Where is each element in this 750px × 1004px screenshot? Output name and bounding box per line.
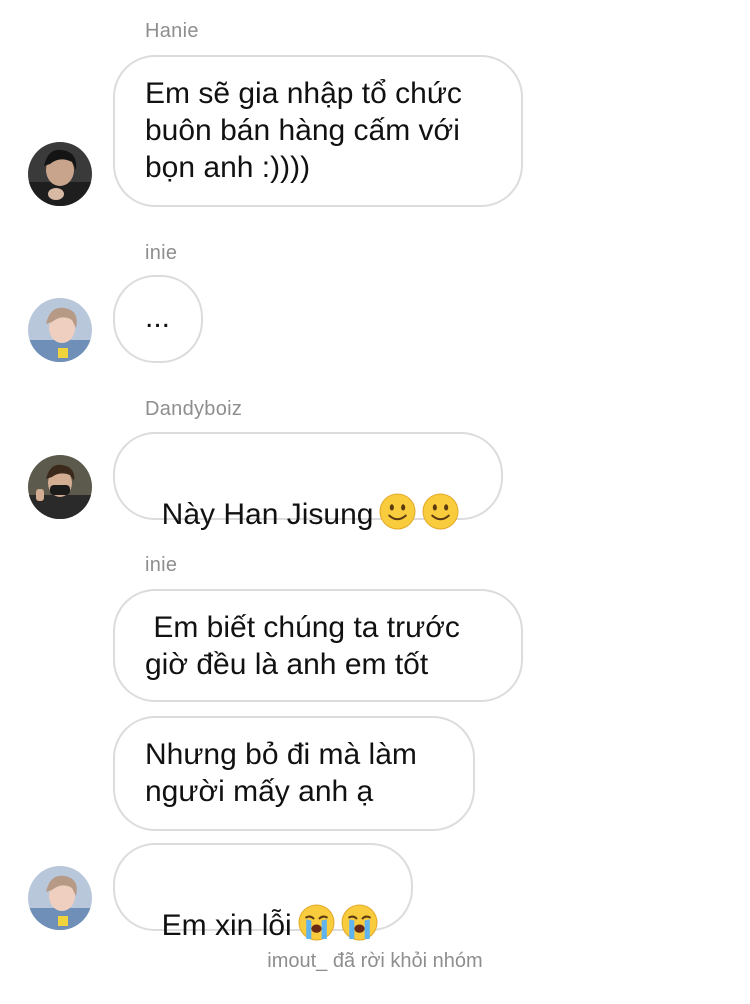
message-bubble[interactable]: ... (113, 275, 203, 363)
message-bubble[interactable]: Em sẽ gia nhập tổ chức buôn bán hàng cấm… (113, 55, 523, 207)
message-text: Này Han Jisung (161, 498, 374, 531)
avatar[interactable] (28, 142, 92, 206)
slightly-smiling-face-icon (379, 493, 416, 530)
avatar-photo-icon (28, 866, 92, 930)
message-bubble[interactable]: Em biết chúng ta trước giờ đều là anh em… (113, 589, 523, 702)
message-bubble[interactable]: Này Han Jisung (113, 432, 503, 531)
avatar-photo-icon (28, 455, 92, 519)
sender-name: Dandyboiz (145, 398, 243, 420)
avatar[interactable] (28, 298, 92, 362)
sender-name: inie (145, 554, 178, 576)
sender-name: inie (145, 242, 178, 264)
message-bubble[interactable]: Nhưng bỏ đi mà làm người mấy anh ạ (113, 716, 475, 831)
loudly-crying-face-icon (298, 904, 335, 941)
avatar-photo-icon (28, 298, 92, 362)
system-notice: imout_ đã rời khỏi nhóm (267, 950, 483, 972)
message-bubble[interactable]: Em xin lỗi (113, 843, 413, 942)
sender-name: Hanie (145, 20, 199, 42)
slightly-smiling-face-icon (422, 493, 459, 530)
loudly-crying-face-icon (341, 904, 378, 941)
avatar-photo-icon (28, 142, 92, 206)
avatar[interactable] (28, 866, 92, 930)
avatar[interactable] (28, 455, 92, 519)
message-text: Em xin lỗi (161, 909, 292, 942)
